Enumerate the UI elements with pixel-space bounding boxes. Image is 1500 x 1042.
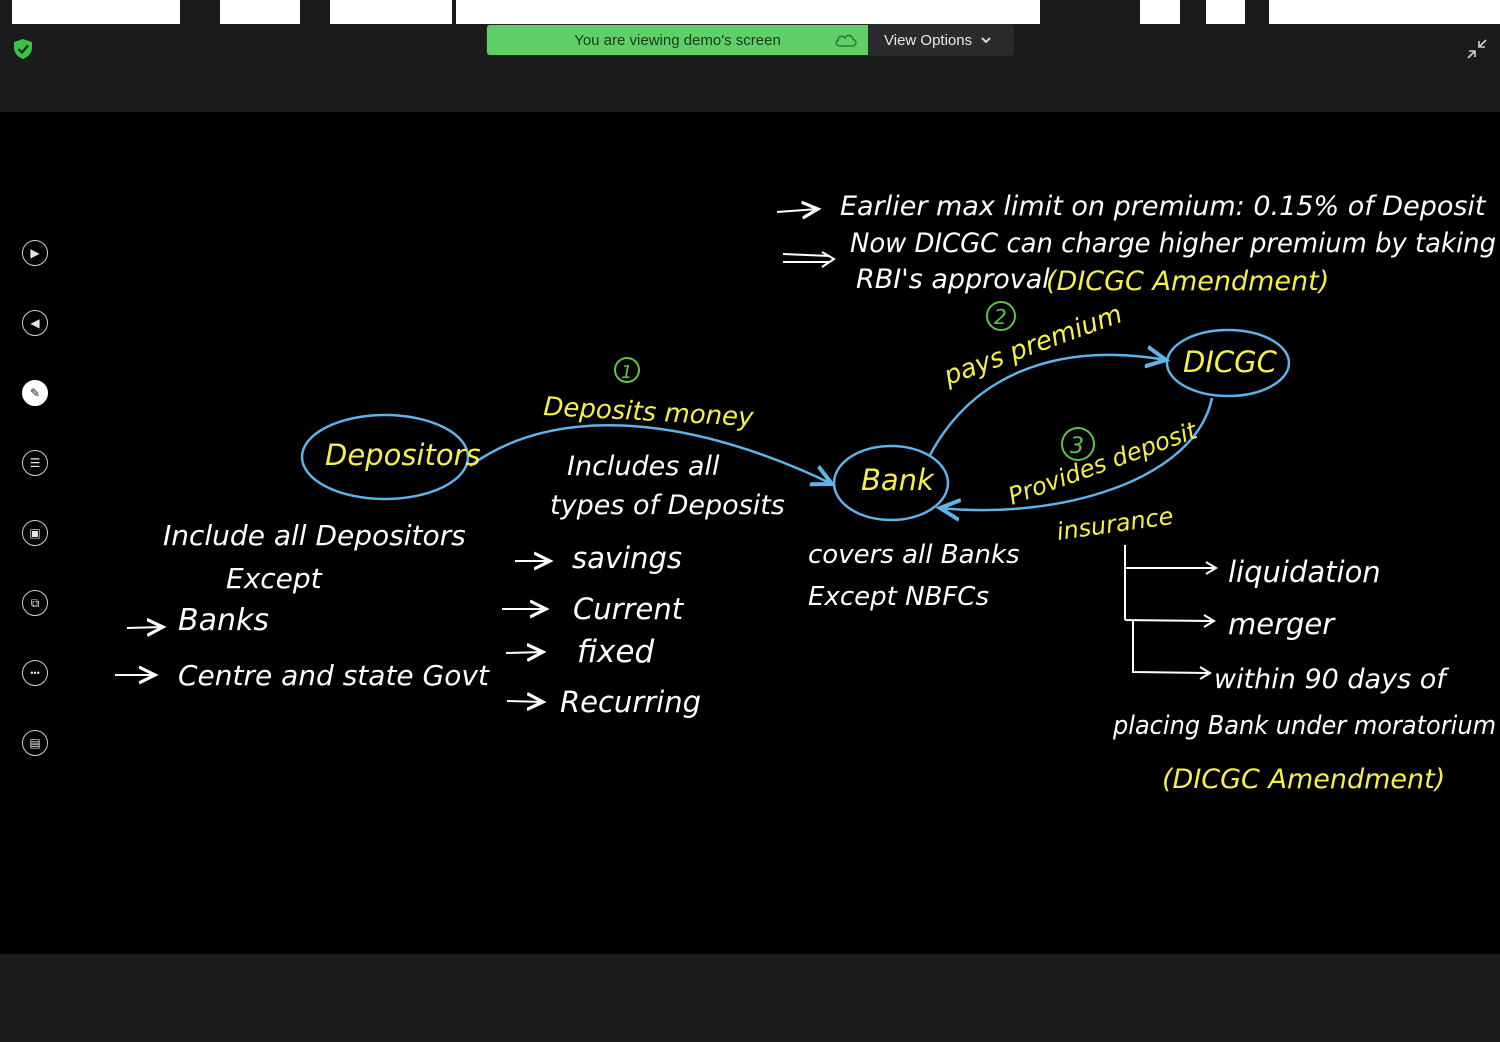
deposit-item-recurring: Recurring [560, 685, 701, 719]
dicgc-label: DICGC [1183, 345, 1278, 379]
depositors-note-2: Except [226, 562, 323, 595]
deposit-types-1: Includes all [567, 451, 720, 482]
arrow-banks [126, 627, 163, 628]
bank-note-2: Except NBFCs [808, 582, 989, 612]
insurance-item-liquidation: liquidation [1228, 555, 1381, 589]
provides-deposit-label: Provides deposit [1004, 416, 1202, 511]
insurance-item-moratorium: placing Bank under moratorium [1112, 711, 1496, 741]
insurance-bracket [1124, 545, 1214, 674]
depositors-label: Depositors [325, 438, 481, 472]
depositors-item-banks: Banks [178, 603, 269, 638]
depositors-note-1: Include all Depositors [163, 519, 466, 552]
pays-premium-label: pays premium [939, 299, 1126, 392]
premium-note-3: RBI's approval [856, 264, 1050, 295]
insurance-amend: (DICGC Amendment) [1162, 764, 1445, 795]
deposit-item-fixed: fixed [577, 634, 654, 670]
premium-note-amend: (DICGC Amendment) [1046, 266, 1329, 297]
deposit-item-current: Current [573, 592, 685, 626]
bank-label: Bank [861, 463, 935, 497]
premium-note-1: Earlier max limit on premium: 0.15% of D… [840, 191, 1487, 222]
deposit-types-2: types of Deposits [550, 490, 785, 521]
deposit-item-savings: savings [572, 541, 682, 575]
step-1: 1 [621, 362, 632, 383]
insurance-label: insurance [1055, 502, 1175, 546]
insurance-item-within: within 90 days of [1214, 664, 1449, 695]
arrow-recurring [506, 701, 543, 702]
step-2: 2 [994, 305, 1007, 329]
insurance-item-merger: merger [1228, 607, 1336, 641]
whiteboard-drawing: Earlier max limit on premium: 0.15% of D… [115, 191, 1496, 795]
double-arrow-head [821, 251, 836, 268]
depositors-item-govt: Centre and state Govt [178, 659, 490, 692]
double-arrow-now [782, 253, 831, 263]
bank-note-1: covers all Banks [808, 540, 1020, 570]
arrow-earlier [776, 209, 818, 212]
premium-note-2: Now DICGC can charge higher premium by t… [850, 228, 1496, 259]
arrow-fixed [505, 652, 543, 653]
